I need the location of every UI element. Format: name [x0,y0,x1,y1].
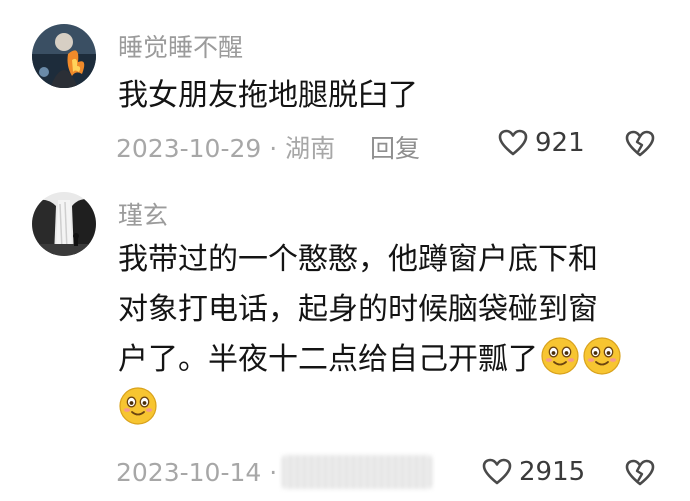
avatar[interactable] [32,24,96,88]
comment-line: 对象打电话，起身的时候脑袋碰到窗 [118,292,598,327]
like-count: 921 [535,128,585,158]
heart-outline-icon [482,458,512,485]
comment-meta: 2023-10-14 · [116,458,277,487]
username[interactable]: 睡觉睡不醒 [118,28,243,64]
comment-item: 睡觉睡不醒 我女朋友拖地腿脱臼了 2023-10-29 · 湖南 回复 921 [0,0,690,170]
comment-date: 2023-10-14 [116,458,262,487]
username[interactable]: 瑾玄 [118,196,168,232]
obscured-location-reply [282,455,432,489]
comment-date: 2023-10-29 [116,134,262,163]
smile-emoji [583,337,621,375]
avatar[interactable] [32,192,96,256]
smile-emoji [119,387,157,425]
comment-text: 我女朋友拖地腿脱臼了 [118,71,418,121]
meta-separator: · [261,458,278,487]
reply-button[interactable]: 回复 [370,129,420,165]
broken-heart-outline-icon [625,459,655,486]
comment-line: 我女朋友拖地腿脱臼了 [118,78,418,113]
comment-text: 我带过的一个憨憨，他蹲窗户底下和 对象打电话，起身的时候脑袋碰到窗 户了。半夜十… [118,235,622,435]
comment-meta: 2023-10-29 · 湖南 [116,129,335,165]
comment-line-text: 户了。半夜十二点给自己开瓢了 [118,342,538,377]
comment-line: 我带过的一个憨憨，他蹲窗户底下和 [118,242,598,277]
like-count: 2915 [519,457,586,487]
smile-emoji [541,337,579,375]
comment-line [118,385,622,435]
meta-separator: · [261,134,286,163]
dislike-button[interactable] [624,457,656,493]
comment-line: 户了。半夜十二点给自己开瓢了 [118,335,622,385]
comment-location: 湖南 [285,134,336,163]
like-button[interactable]: 2915 [481,456,585,488]
dislike-button[interactable] [624,128,656,164]
comment-item: 瑾玄 我带过的一个憨憨，他蹲窗户底下和 对象打电话，起身的时候脑袋碰到窗 户了。… [0,170,690,501]
heart-outline-icon [498,129,528,156]
like-button[interactable]: 921 [497,127,585,159]
broken-heart-outline-icon [625,130,655,157]
